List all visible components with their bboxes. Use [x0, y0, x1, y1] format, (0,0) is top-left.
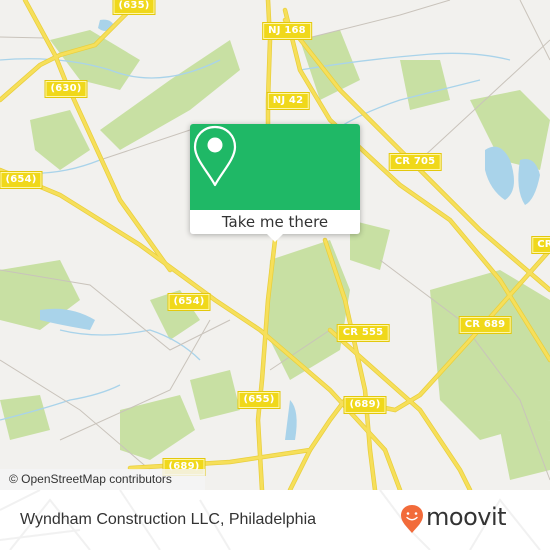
road-label-cr-655: (655) [238, 392, 280, 408]
map-tiles [0, 0, 550, 490]
location-popup: Take me there [190, 124, 360, 242]
popup-pointer [266, 233, 284, 242]
map-pin-icon [193, 125, 237, 187]
map-attribution[interactable]: © OpenStreetMap contributors [0, 469, 205, 490]
moovit-logo-text: moovit [426, 503, 507, 531]
road-label-nj-42: NJ 42 [267, 93, 309, 109]
popup-header [190, 124, 360, 210]
road-label-cr-689-right: CR 689 [459, 317, 511, 333]
road-label-cr-555: CR 555 [337, 325, 389, 341]
take-me-there-button[interactable]: Take me there [190, 210, 360, 234]
road-label-cr-630: (630) [45, 81, 87, 97]
road-label-cr-partial-right: CR [532, 237, 550, 253]
map[interactable]: (635) NJ 168 (630) NJ 42 CR 705 (654) CR… [0, 0, 550, 490]
road-label-cr-705: CR 705 [389, 154, 441, 170]
moovit-pin-icon [401, 505, 423, 533]
attribution-text: © OpenStreetMap contributors [9, 472, 172, 486]
footer-bar: Wyndham Construction LLC, Philadelphia m… [0, 490, 550, 550]
road-label-cr-654-left: (654) [0, 172, 42, 188]
road-label-cr-654-center: (654) [168, 294, 210, 310]
road-label-cr-689-center: (689) [344, 397, 386, 413]
place-name: Wyndham Construction LLC, Philadelphia [20, 511, 317, 528]
road-label-nj-168: NJ 168 [263, 23, 311, 39]
road-label-cr-635: (635) [113, 0, 155, 14]
moovit-logo[interactable]: moovit [400, 503, 540, 536]
